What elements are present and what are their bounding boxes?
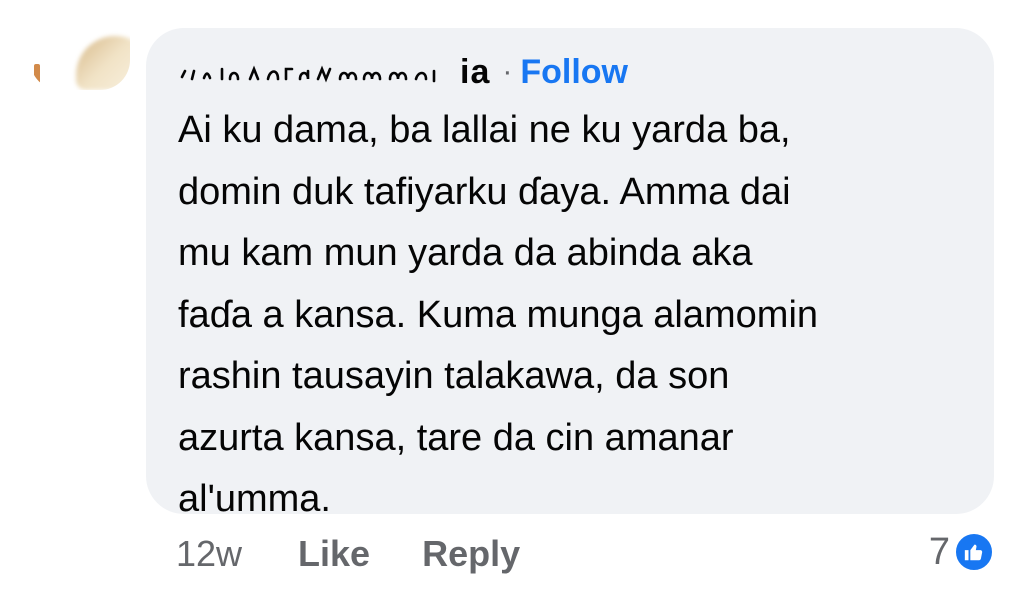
reaction-count: 7 <box>928 530 950 573</box>
follow-button[interactable]: Follow <box>520 53 628 92</box>
avatar-edge-mark <box>34 64 40 90</box>
reply-button[interactable]: Reply <box>422 533 520 575</box>
comment-screen: ia · Follow Ai ku dama, ba lallai ne ku … <box>0 0 1024 607</box>
like-thumb-icon <box>954 532 994 572</box>
comment-actions: 12w Like Reply <box>176 530 572 578</box>
reaction-summary[interactable]: 7 <box>929 528 994 576</box>
comment-header: ia · Follow <box>178 52 628 92</box>
like-button[interactable]: Like <box>298 533 370 575</box>
comment-bubble: ia · Follow Ai ku dama, ba lallai ne ku … <box>146 28 994 520</box>
comment-timestamp[interactable]: 12w <box>176 533 242 575</box>
author-name-tail: ia <box>460 52 491 91</box>
author-name[interactable]: ia <box>178 53 490 92</box>
avatar-image <box>76 36 130 90</box>
obscured-name-scribble <box>180 65 436 83</box>
profile-avatar[interactable] <box>30 28 130 90</box>
comment-text: Ai ku dama, ba lallai ne ku yarda ba, do… <box>178 109 819 520</box>
header-separator: · <box>502 55 513 88</box>
